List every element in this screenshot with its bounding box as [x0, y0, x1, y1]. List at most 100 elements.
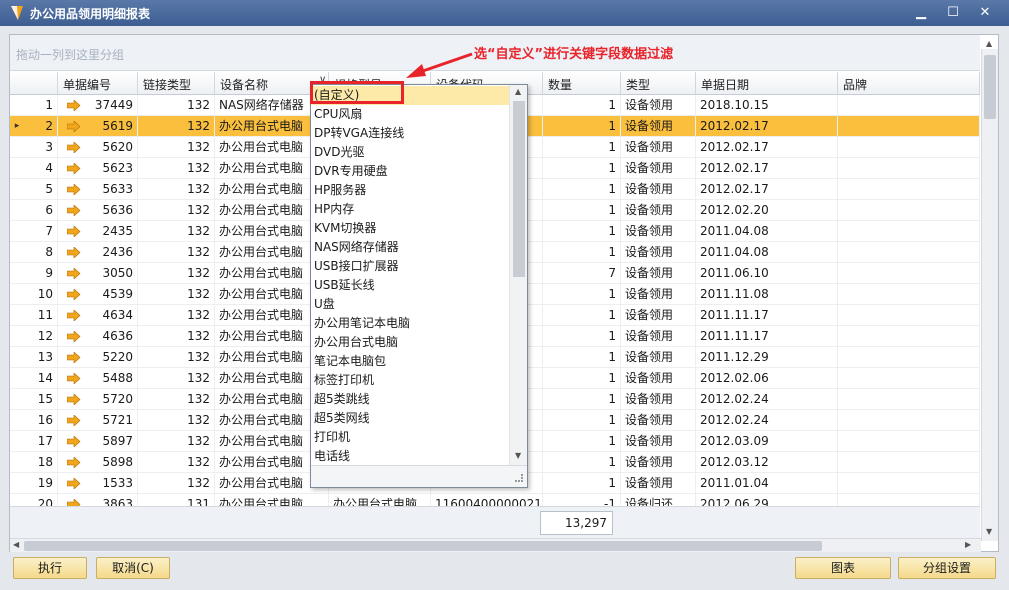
filter-option[interactable]: 超5类网线 [311, 409, 509, 428]
type-cell: 设备领用 [621, 473, 696, 494]
grid-footer: 13,297 [10, 506, 980, 538]
brand-cell [838, 431, 980, 452]
brand-cell [838, 221, 980, 242]
row-number-cell: 18 [22, 452, 58, 473]
date-cell: 2012.02.06 [696, 368, 838, 389]
link-arrow-icon[interactable] [67, 499, 81, 506]
row-number-cell: 6 [22, 200, 58, 221]
filter-option[interactable]: NAS网络存储器 [311, 238, 509, 257]
quantity-cell: 1 [543, 473, 621, 494]
vertical-scrollbar[interactable]: ▲ ▼ [981, 39, 998, 541]
date-cell: 2012.03.09 [696, 431, 838, 452]
brand-cell [838, 242, 980, 263]
link-arrow-icon[interactable] [67, 205, 81, 216]
filter-option[interactable]: DP转VGA连接线 [311, 124, 509, 143]
filter-option[interactable]: 办公用台式电脑 [311, 333, 509, 352]
scroll-down-icon[interactable]: ▼ [986, 527, 992, 536]
annotation-arrow-icon [406, 52, 473, 78]
dropdown-scroll-down-icon[interactable]: ▼ [515, 451, 521, 460]
group-settings-button[interactable]: 分组设置 [898, 557, 996, 579]
quantity-cell: 1 [543, 221, 621, 242]
column-filter-dropdown[interactable]: (自定义) CPU风扇 DP转VGA连接线 DVD光驱 DVR专用硬盘 HP服务器 HP内存… [310, 84, 528, 488]
scroll-right-icon[interactable]: ▶ [965, 540, 971, 549]
window-title: 办公用品领用明细报表 [30, 7, 151, 21]
dropdown-scroll-thumb[interactable] [513, 101, 525, 277]
link-arrow-icon[interactable] [67, 478, 81, 489]
row-number-cell: 16 [22, 410, 58, 431]
column-header[interactable]: 单据日期 [696, 72, 838, 95]
scroll-up-icon[interactable]: ▲ [986, 39, 992, 48]
filter-option[interactable]: U盘 [311, 295, 509, 314]
close-button[interactable]: ✕ [972, 3, 998, 23]
link-arrow-icon[interactable] [67, 289, 81, 300]
link-arrow-icon[interactable] [67, 394, 81, 405]
filter-option[interactable]: 笔记本电脑包 [311, 352, 509, 371]
type-cell: 设备领用 [621, 263, 696, 284]
column-header[interactable]: 类型 [621, 72, 696, 95]
link-arrow-icon[interactable] [67, 331, 81, 342]
cancel-button[interactable]: 取消(C) [96, 557, 170, 579]
row-number-cell: 1 [22, 95, 58, 116]
filter-option[interactable]: USB接口扩展器 [311, 257, 509, 276]
row-number-cell: 13 [22, 347, 58, 368]
quantity-cell: 1 [543, 242, 621, 263]
link-type-cell: 132 [138, 305, 215, 326]
link-arrow-icon[interactable] [67, 163, 81, 174]
date-cell: 2012.02.17 [696, 137, 838, 158]
quantity-cell: 1 [543, 326, 621, 347]
link-arrow-icon[interactable] [67, 457, 81, 468]
vertical-scroll-thumb[interactable] [984, 55, 996, 119]
link-arrow-icon[interactable] [67, 226, 81, 237]
brand-cell [838, 179, 980, 200]
filter-option[interactable]: 打印机 [311, 428, 509, 447]
link-arrow-icon[interactable] [67, 310, 81, 321]
column-header[interactable]: 单据编号 [58, 72, 138, 95]
minimize-button[interactable]: ▁ [908, 3, 934, 23]
link-arrow-icon[interactable] [67, 247, 81, 258]
resize-grip-icon[interactable] [515, 474, 523, 482]
link-arrow-icon[interactable] [67, 436, 81, 447]
scroll-left-icon[interactable]: ◀ [13, 540, 19, 549]
row-number-cell: 3 [22, 137, 58, 158]
row-number-cell: 14 [22, 368, 58, 389]
execute-button[interactable]: 执行 [13, 557, 87, 579]
quantity-cell: 1 [543, 410, 621, 431]
filter-option[interactable]: CPU风扇 [311, 105, 509, 124]
dropdown-scroll-up-icon[interactable]: ▲ [515, 87, 521, 96]
filter-option[interactable]: DVR专用硬盘 [311, 162, 509, 181]
column-header[interactable]: 品牌 [838, 72, 980, 95]
filter-option[interactable]: KVM切换器 [311, 219, 509, 238]
link-arrow-icon[interactable] [67, 373, 81, 384]
link-arrow-icon[interactable] [67, 268, 81, 279]
row-number-cell: 10 [22, 284, 58, 305]
link-arrow-icon[interactable] [67, 142, 81, 153]
dropdown-scrollbar[interactable]: ▲ ▼ [509, 85, 527, 465]
link-arrow-icon[interactable] [67, 415, 81, 426]
filter-option[interactable]: 超5类跳线 [311, 390, 509, 409]
filter-option[interactable]: 电话线 [311, 447, 509, 466]
filter-option[interactable]: HP内存 [311, 200, 509, 219]
brand-cell [838, 305, 980, 326]
horizontal-scrollbar[interactable]: ◀ ▶ [10, 538, 981, 552]
horizontal-scroll-thumb[interactable] [24, 541, 822, 551]
link-arrow-icon[interactable] [67, 121, 81, 132]
filter-option[interactable]: 办公用笔记本电脑 [311, 314, 509, 333]
column-header[interactable]: 数量 [543, 72, 621, 95]
filter-option[interactable]: DVD光驱 [311, 143, 509, 162]
brand-cell [838, 326, 980, 347]
table-row[interactable]: 20 3863 131 办公用台式电脑 办公用台式电脑 11600400000021 -1 设… [10, 494, 980, 506]
link-type-cell: 132 [138, 179, 215, 200]
link-arrow-icon[interactable] [67, 184, 81, 195]
link-arrow-icon[interactable] [67, 100, 81, 111]
spec-cell: 办公用台式电脑 [329, 494, 431, 506]
link-arrow-icon[interactable] [67, 352, 81, 363]
filter-option[interactable]: USB延长线 [311, 276, 509, 295]
filter-option[interactable]: HP服务器 [311, 181, 509, 200]
column-header[interactable]: 链接类型 [138, 72, 215, 95]
chart-button[interactable]: 图表 [795, 557, 891, 579]
quantity-cell: 1 [543, 137, 621, 158]
maximize-button[interactable]: ☐ [940, 3, 966, 23]
type-cell: 设备领用 [621, 200, 696, 221]
filter-option[interactable]: 标签打印机 [311, 371, 509, 390]
column-header[interactable] [10, 72, 58, 95]
